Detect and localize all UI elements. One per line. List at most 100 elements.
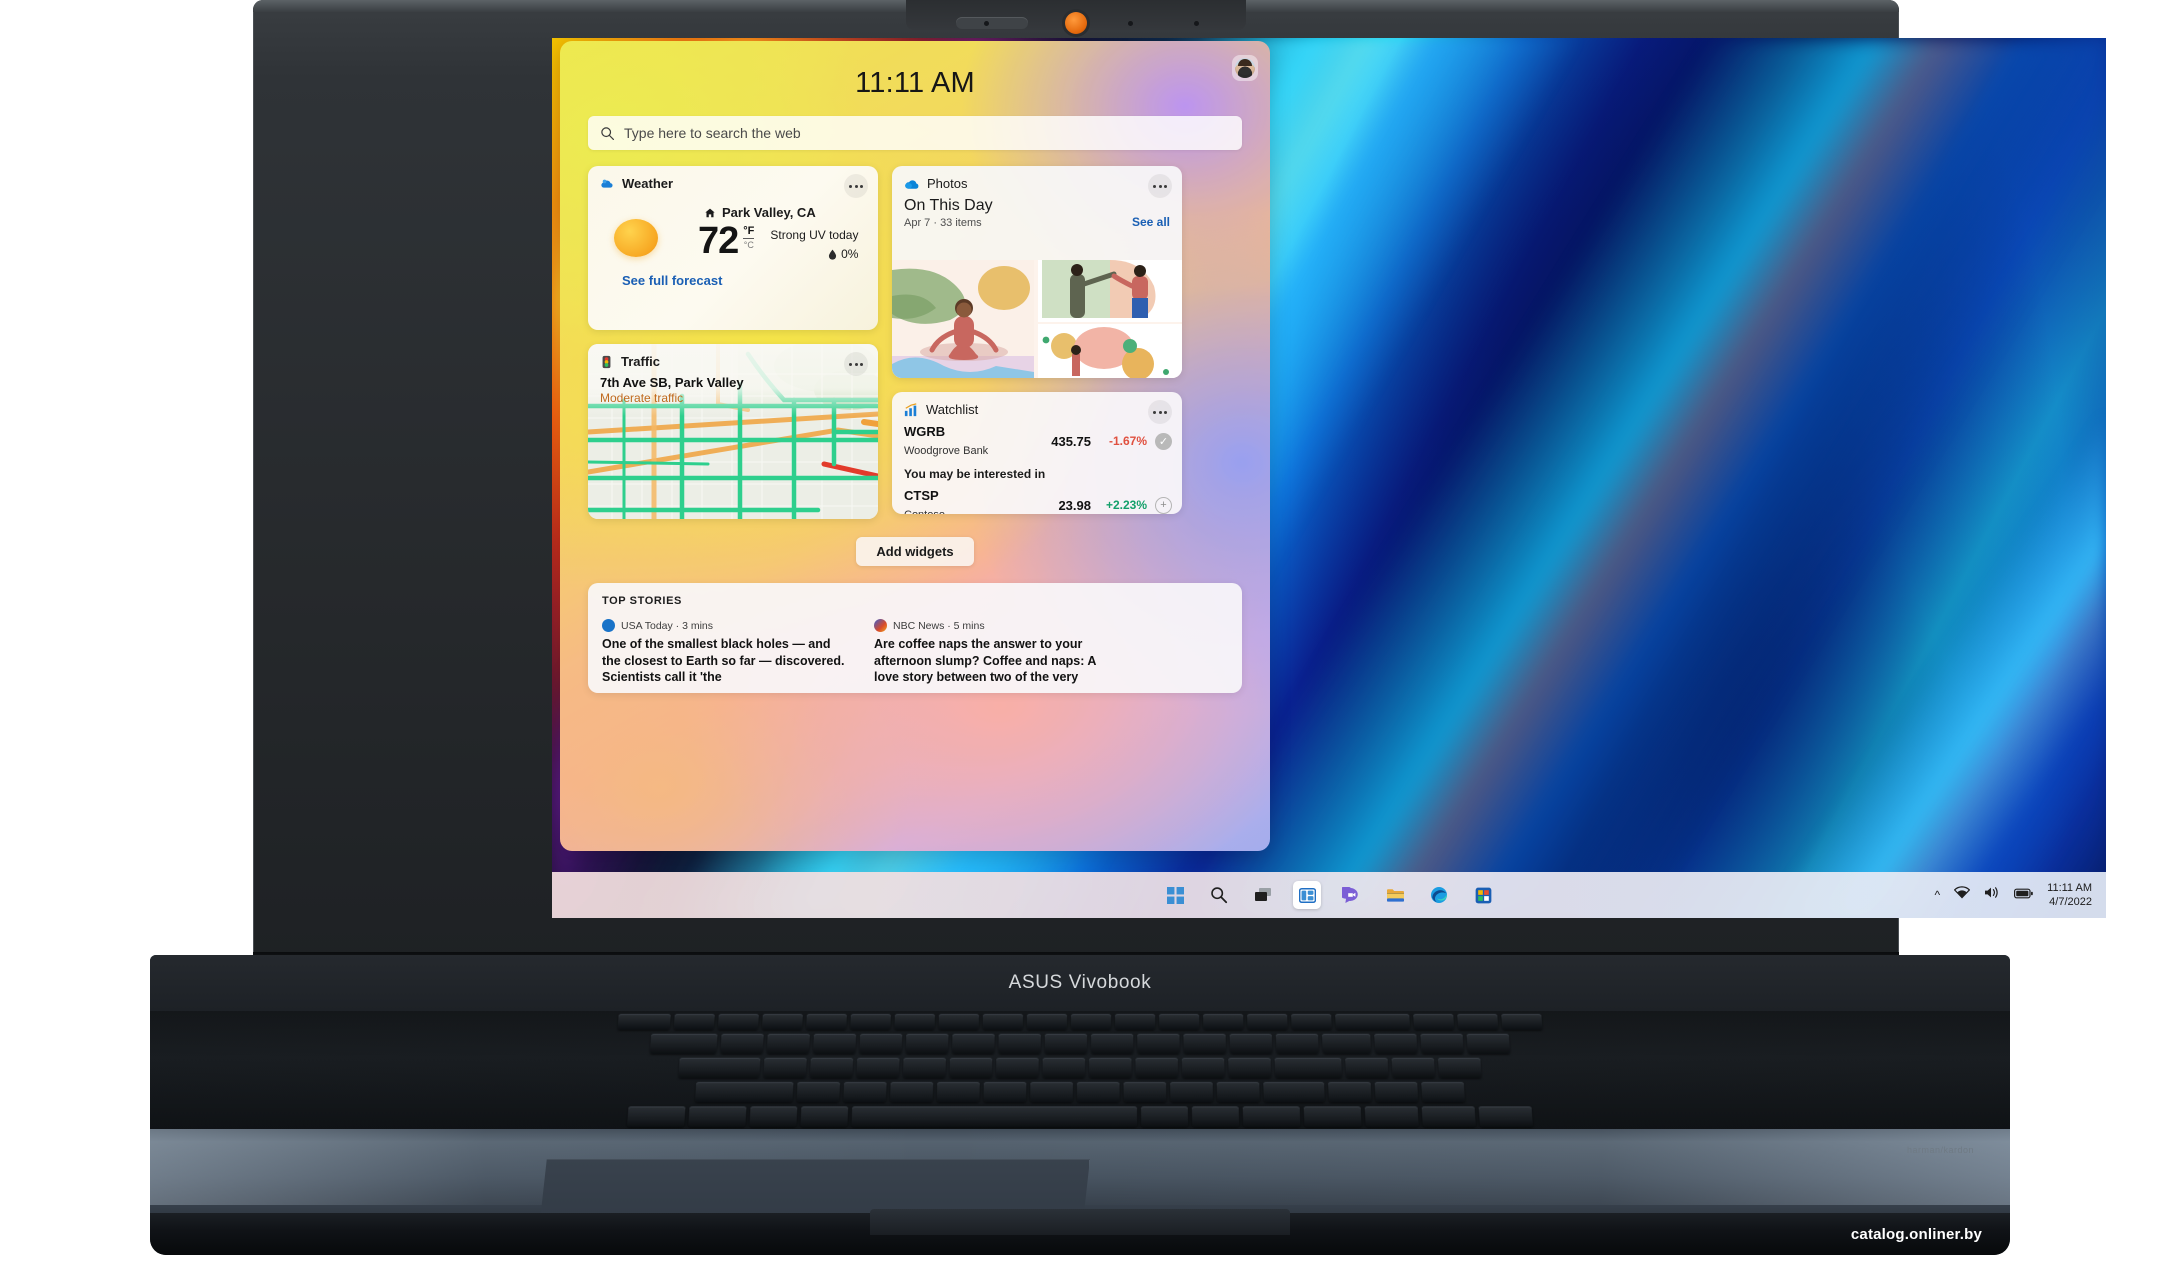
keyboard bbox=[150, 1011, 2010, 1130]
weather-unit-fahrenheit[interactable]: °F bbox=[743, 225, 755, 239]
watchlist-chart-icon bbox=[904, 402, 917, 416]
weather-cloud-icon bbox=[601, 179, 613, 188]
news-source: USA Today · 3 mins bbox=[621, 619, 714, 632]
traffic-light-icon bbox=[602, 355, 611, 368]
stock-follow-check-icon[interactable]: ✓ bbox=[1155, 432, 1172, 450]
stock-add-plus-icon[interactable]: + bbox=[1155, 496, 1172, 514]
laptop-base: ASUS Vivobook harman/kardon catalog.onli… bbox=[150, 955, 2010, 1255]
news-story[interactable]: USA Today · 3 mins One of the smallest b… bbox=[602, 619, 852, 686]
microsoft-store-button[interactable] bbox=[1469, 881, 1497, 909]
weather-more-button[interactable] bbox=[844, 174, 868, 198]
webcam-sensor-dot bbox=[1194, 21, 1199, 26]
volume-icon[interactable] bbox=[1984, 886, 2000, 904]
webcam-housing bbox=[906, 0, 1246, 34]
brand-bar: ASUS Vivobook bbox=[150, 955, 2010, 1011]
search-icon bbox=[601, 126, 615, 140]
news-headline: One of the smallest black holes — and th… bbox=[602, 637, 845, 685]
stock-price: 435.75 bbox=[1051, 433, 1091, 449]
taskbar-time: 11:11 AM bbox=[2047, 881, 2092, 894]
weather-widget[interactable]: Weather Park Valley, CA 72 °F °C Strong … bbox=[588, 166, 878, 330]
stock-change: +2.23% bbox=[1105, 498, 1147, 512]
keyboard-row bbox=[150, 1106, 2010, 1127]
photos-collage bbox=[892, 260, 1182, 378]
watchlist-widget-title: Watchlist bbox=[926, 402, 979, 417]
network-icon[interactable] bbox=[1953, 886, 1971, 904]
widgets-clock: 11:11 AM bbox=[855, 67, 975, 99]
screenshot-scene: 11:11 AM Type here to search the web Wea… bbox=[0, 0, 2160, 1286]
base-front-lip bbox=[150, 1209, 2010, 1255]
search-placeholder: Type here to search the web bbox=[624, 125, 801, 141]
weather-units[interactable]: °F °C bbox=[743, 225, 755, 250]
traffic-widget[interactable]: Traffic 7th Ave SB, Park Valley Moderate… bbox=[588, 344, 878, 519]
edge-button[interactable] bbox=[1425, 881, 1453, 909]
keyboard-row bbox=[150, 1033, 2010, 1054]
weather-location-row: Park Valley, CA bbox=[704, 205, 866, 220]
widgets-panel: 11:11 AM Type here to search the web Wea… bbox=[560, 41, 1270, 851]
battery-icon[interactable] bbox=[2014, 886, 2033, 904]
traffic-street: 7th Ave SB, Park Valley bbox=[600, 375, 744, 390]
news-source: NBC News · 5 mins bbox=[893, 619, 985, 632]
keyboard-row bbox=[150, 1013, 2010, 1030]
keyboard-row bbox=[150, 1057, 2010, 1078]
avatar[interactable] bbox=[1232, 55, 1258, 81]
watchlist-widget[interactable]: Watchlist WGRB Woodgrove Bank 435.75 -1.… bbox=[892, 392, 1182, 514]
photos-widget[interactable]: Photos On This Day Apr 7 · 33 items See … bbox=[892, 166, 1182, 378]
stock-company: Contoso bbox=[904, 509, 945, 514]
search-button[interactable] bbox=[1205, 881, 1233, 909]
task-view-button[interactable] bbox=[1249, 881, 1277, 909]
add-widgets-button[interactable]: Add widgets bbox=[856, 537, 974, 566]
widgets-button[interactable] bbox=[1293, 881, 1321, 909]
sun-icon bbox=[614, 219, 658, 257]
weather-temperature: 72 bbox=[698, 220, 739, 262]
weather-unit-celsius[interactable]: °C bbox=[743, 239, 754, 250]
show-hidden-icons-button[interactable]: ^ bbox=[1935, 888, 1941, 902]
usa-today-logo-icon bbox=[602, 619, 615, 632]
file-explorer-button[interactable] bbox=[1381, 881, 1409, 909]
onedrive-cloud-icon bbox=[905, 179, 919, 189]
nbc-news-logo-icon bbox=[874, 619, 887, 632]
webcam-sensor-dot bbox=[984, 21, 989, 26]
widgets-grid: Weather Park Valley, CA 72 °F °C Strong … bbox=[588, 166, 1242, 519]
photos-subtitle: Apr 7 · 33 items bbox=[904, 217, 982, 229]
watchlist-row[interactable]: WGRB Woodgrove Bank 435.75 -1.67% ✓ bbox=[892, 423, 1182, 459]
brand-label: ASUS Vivobook bbox=[1008, 972, 1152, 993]
watchlist-row[interactable]: CTSP Contoso 23.98 +2.23% + bbox=[892, 487, 1182, 514]
home-icon bbox=[705, 208, 715, 217]
chat-button[interactable] bbox=[1337, 881, 1365, 909]
photos-more-button[interactable] bbox=[1148, 174, 1172, 198]
webcam-privacy-shutter bbox=[956, 17, 1028, 29]
news-headline: Are coffee naps the answer to your after… bbox=[874, 637, 1096, 685]
weather-precipitation: 0% bbox=[841, 247, 859, 261]
photos-see-all-link[interactable]: See all bbox=[1132, 215, 1170, 229]
laptop-lid: 11:11 AM Type here to search the web Wea… bbox=[253, 0, 2106, 968]
weather-widget-title: Weather bbox=[622, 176, 674, 191]
photos-thumbnail-strip[interactable] bbox=[892, 260, 1182, 378]
watchlist-more-button[interactable] bbox=[1148, 400, 1172, 424]
traffic-status: Moderate traffic bbox=[600, 391, 684, 405]
stock-symbol: WGRB bbox=[904, 424, 946, 439]
harman-kardon-label: harman/kardon bbox=[1906, 1145, 1974, 1155]
stock-symbol: CTSP bbox=[904, 488, 939, 503]
widgets-column-left: Weather Park Valley, CA 72 °F °C Strong … bbox=[588, 166, 878, 519]
site-watermark: catalog.onliner.by bbox=[1850, 1226, 1982, 1243]
stock-change: -1.67% bbox=[1108, 434, 1147, 448]
search-input[interactable]: Type here to search the web bbox=[588, 116, 1242, 150]
stock-company: Woodgrove Bank bbox=[904, 445, 989, 457]
taskbar-clock[interactable]: 11:11 AM 4/7/2022 bbox=[2047, 881, 2092, 910]
keyboard-row bbox=[150, 1082, 2010, 1103]
avatar-image bbox=[1235, 58, 1255, 78]
laptop-screen: 11:11 AM Type here to search the web Wea… bbox=[552, 38, 2106, 918]
start-button[interactable] bbox=[1161, 881, 1189, 909]
weather-see-full-forecast-link[interactable]: See full forecast bbox=[622, 273, 878, 288]
base-front-notch bbox=[870, 1209, 1290, 1235]
photos-headline: On This Day bbox=[904, 197, 993, 214]
photos-widget-title: Photos bbox=[927, 176, 968, 191]
news-story[interactable]: NBC News · 5 mins Are coffee naps the an… bbox=[874, 619, 1124, 686]
widgets-column-right: Photos On This Day Apr 7 · 33 items See … bbox=[892, 166, 1182, 519]
weather-precipitation-row: 0% bbox=[770, 247, 858, 261]
top-stories-label: TOP STORIES bbox=[602, 595, 682, 607]
water-drop-icon bbox=[829, 249, 837, 260]
webcam-sensor-dot bbox=[1128, 21, 1133, 26]
webcam-lens-icon bbox=[1065, 12, 1087, 34]
stock-price: 23.98 bbox=[1058, 497, 1091, 513]
